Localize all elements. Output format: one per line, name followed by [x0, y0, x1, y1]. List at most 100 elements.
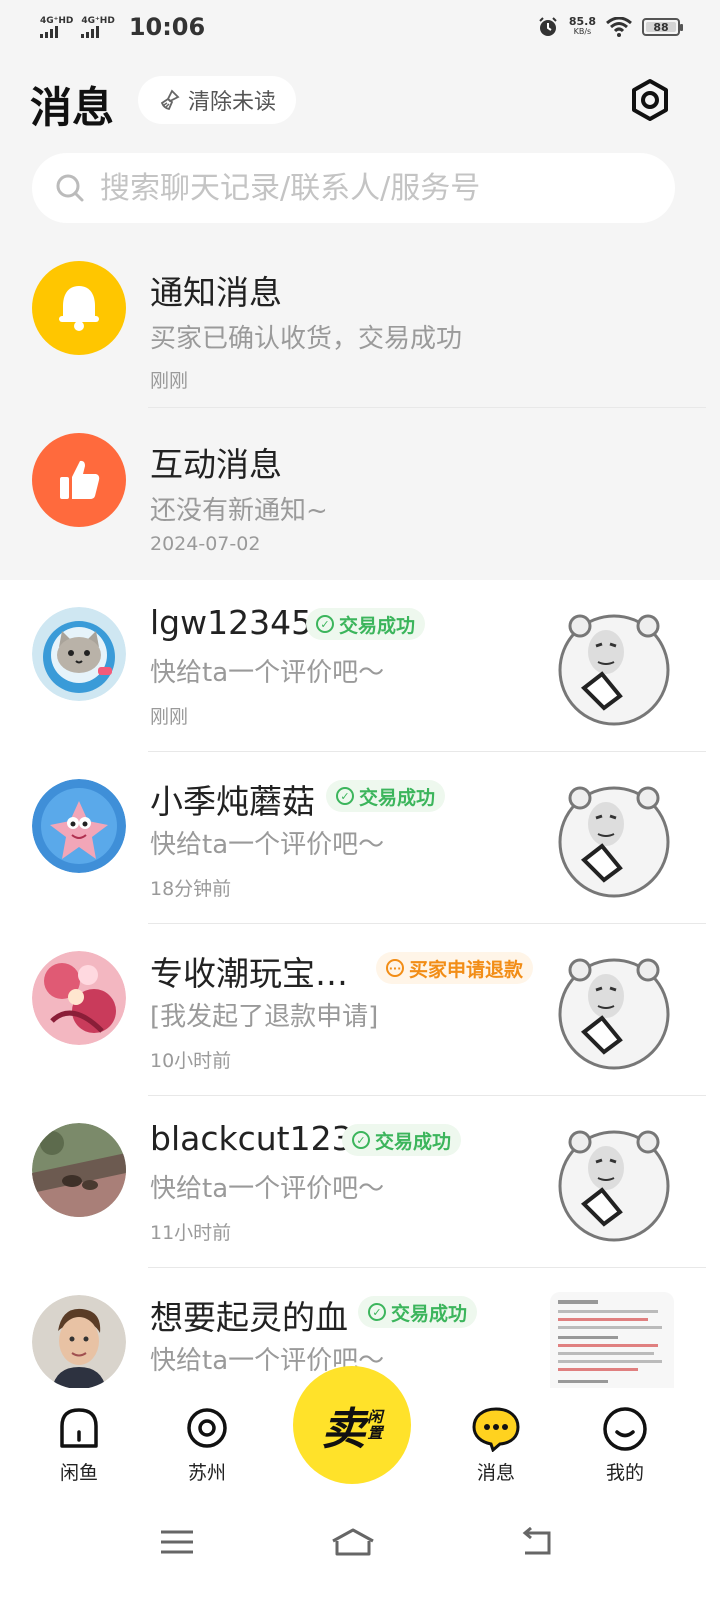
notification-messages-row[interactable]: 通知消息 买家已确认收货，交易成功 刚刚: [0, 236, 720, 408]
settings-button[interactable]: [626, 76, 674, 124]
starfish-avatar-icon: [32, 779, 126, 873]
battery-level: 88: [653, 20, 669, 34]
interaction-messages-row[interactable]: 互动消息 还没有新通知~ 2024-07-02: [0, 408, 720, 580]
nav-mine[interactable]: 我的: [575, 1406, 675, 1485]
chat-message: 快给ta一个评价吧～: [150, 830, 385, 860]
avatar[interactable]: [32, 1295, 126, 1389]
network-label-2: 4G⁺HD: [81, 16, 115, 26]
sell-small-label: 闲 置: [367, 1408, 383, 1442]
back-icon: [522, 1527, 551, 1555]
clear-unread-button[interactable]: 清除未读: [138, 76, 296, 124]
chat-name: lgw12345: [150, 603, 313, 642]
status-bar: 4G⁺HD 4G⁺HD 10:06 85.8 KB/s 88: [0, 0, 720, 54]
meme-bear-thumbnail-icon: [550, 776, 674, 900]
network-speed: 85.8 KB/s: [568, 15, 596, 36]
document-thumbnail-icon: [550, 1292, 674, 1390]
chat-bubble-icon: [472, 1407, 520, 1452]
chat-time: 10小时前: [150, 1050, 232, 1072]
smile-profile-icon: [603, 1407, 647, 1451]
recents-button[interactable]: [147, 1520, 207, 1564]
status-badge: ··· 买家申请退款: [376, 952, 534, 984]
home-icon: [332, 1528, 374, 1556]
item-thumbnail[interactable]: [550, 948, 674, 1072]
status-badge: ✓ 交易成功: [358, 1296, 478, 1328]
chat-time: 11小时前: [150, 1222, 232, 1244]
nav-city[interactable]: 苏州: [157, 1406, 257, 1485]
status-time: 10:06: [128, 13, 206, 41]
signal-icon: 4G⁺HD: [40, 16, 73, 38]
search-input[interactable]: [100, 170, 640, 206]
page-title: 消息: [30, 83, 115, 132]
cats-photo-avatar-icon: [32, 1123, 126, 1217]
sell-button[interactable]: 卖 闲 置: [293, 1366, 411, 1484]
chat-item[interactable]: 小季炖蘑菇 ✓ 交易成功 快给ta一个评价吧～ 18分钟前: [0, 752, 720, 924]
menu-icon: [161, 1530, 193, 1554]
person-photo-avatar-icon: [32, 1295, 126, 1389]
chat-item[interactable]: lgw12345 ✓ 交易成功 快给ta一个评价吧～ 刚刚: [0, 580, 720, 752]
interaction-time: 2024-07-02: [150, 533, 261, 555]
more-circle-icon: ···: [386, 959, 404, 977]
check-circle-icon: ✓: [352, 1131, 370, 1149]
item-thumbnail[interactable]: [550, 776, 674, 900]
notification-title: 通知消息: [150, 273, 282, 312]
check-circle-icon: ✓: [316, 615, 334, 633]
broom-icon: [160, 89, 180, 111]
status-left: 4G⁺HD 4G⁺HD 10:06: [40, 13, 205, 41]
search-icon: [56, 174, 84, 202]
battery-icon: 88: [642, 18, 683, 36]
chat-name: 想要起灵的血: [150, 1298, 348, 1337]
settings-icon: [632, 79, 668, 121]
system-nav-bar: [0, 1500, 720, 1600]
avatar[interactable]: [32, 779, 126, 873]
search-bar[interactable]: [32, 153, 675, 223]
chat-time: 18分钟前: [150, 878, 232, 900]
notification-icon-circle: [32, 261, 126, 355]
avatar[interactable]: [32, 1123, 126, 1217]
status-badge: ✓ 交易成功: [326, 780, 446, 812]
item-thumbnail[interactable]: [550, 604, 674, 728]
nav-messages-label: 消息: [476, 1462, 515, 1484]
cat-astronaut-avatar-icon: [32, 607, 126, 701]
fish-home-icon: [60, 1408, 98, 1448]
chat-message: 快给ta一个评价吧～: [150, 1174, 385, 1204]
status-badge: ✓ 交易成功: [306, 608, 426, 640]
bell-icon: [59, 286, 99, 331]
avatar[interactable]: [32, 951, 126, 1045]
chat-item[interactable]: 专收潮玩宝… ··· 买家申请退款 [我发起了退款申请] 10小时前: [0, 924, 720, 1096]
chat-name: blackcut123: [150, 1119, 353, 1158]
status-badge: ✓ 交易成功: [342, 1124, 462, 1156]
interaction-icon-circle: [32, 433, 126, 527]
item-thumbnail[interactable]: [550, 1292, 674, 1390]
nav-home-label: 闲鱼: [59, 1462, 98, 1484]
chat-message: 快给ta一个评价吧～: [150, 658, 385, 688]
chat-list: lgw12345 ✓ 交易成功 快给ta一个评价吧～ 刚刚 小季炖蘑菇 ✓ 交易…: [0, 580, 720, 1390]
chat-name: 小季炖蘑菇: [150, 782, 315, 821]
location-icon: [187, 1408, 227, 1448]
nav-city-label: 苏州: [187, 1462, 226, 1484]
status-right: 85.8 KB/s 88: [537, 15, 683, 38]
header: 消息 清除未读: [0, 64, 720, 134]
sell-main-label: 卖: [321, 1404, 366, 1455]
item-thumbnail[interactable]: [550, 1120, 674, 1244]
anime-artwork-avatar-icon: [32, 951, 126, 1045]
interaction-title: 互动消息: [150, 445, 282, 484]
clear-unread-label: 清除未读: [187, 90, 276, 115]
network-label-1: 4G⁺HD: [40, 16, 74, 26]
nav-messages[interactable]: 消息: [446, 1406, 546, 1485]
interaction-subtitle: 还没有新通知~: [150, 496, 328, 526]
notification-time: 刚刚: [150, 370, 189, 392]
meme-bear-thumbnail-icon: [550, 948, 674, 1072]
back-button[interactable]: [507, 1520, 567, 1564]
home-button[interactable]: [323, 1520, 383, 1564]
nav-mine-label: 我的: [605, 1462, 644, 1484]
wifi-icon: [606, 17, 632, 37]
meme-bear-thumbnail-icon: [550, 604, 674, 728]
signal-icon: 4G⁺HD: [81, 16, 115, 38]
nav-home[interactable]: 闲鱼: [29, 1406, 129, 1485]
chat-time: 刚刚: [150, 706, 189, 728]
check-circle-icon: ✓: [368, 1303, 386, 1321]
chat-item[interactable]: blackcut123 ✓ 交易成功 快给ta一个评价吧～ 11小时前: [0, 1096, 720, 1268]
check-circle-icon: ✓: [336, 787, 354, 805]
avatar[interactable]: [32, 607, 126, 701]
thumbs-up-icon: [60, 460, 100, 499]
